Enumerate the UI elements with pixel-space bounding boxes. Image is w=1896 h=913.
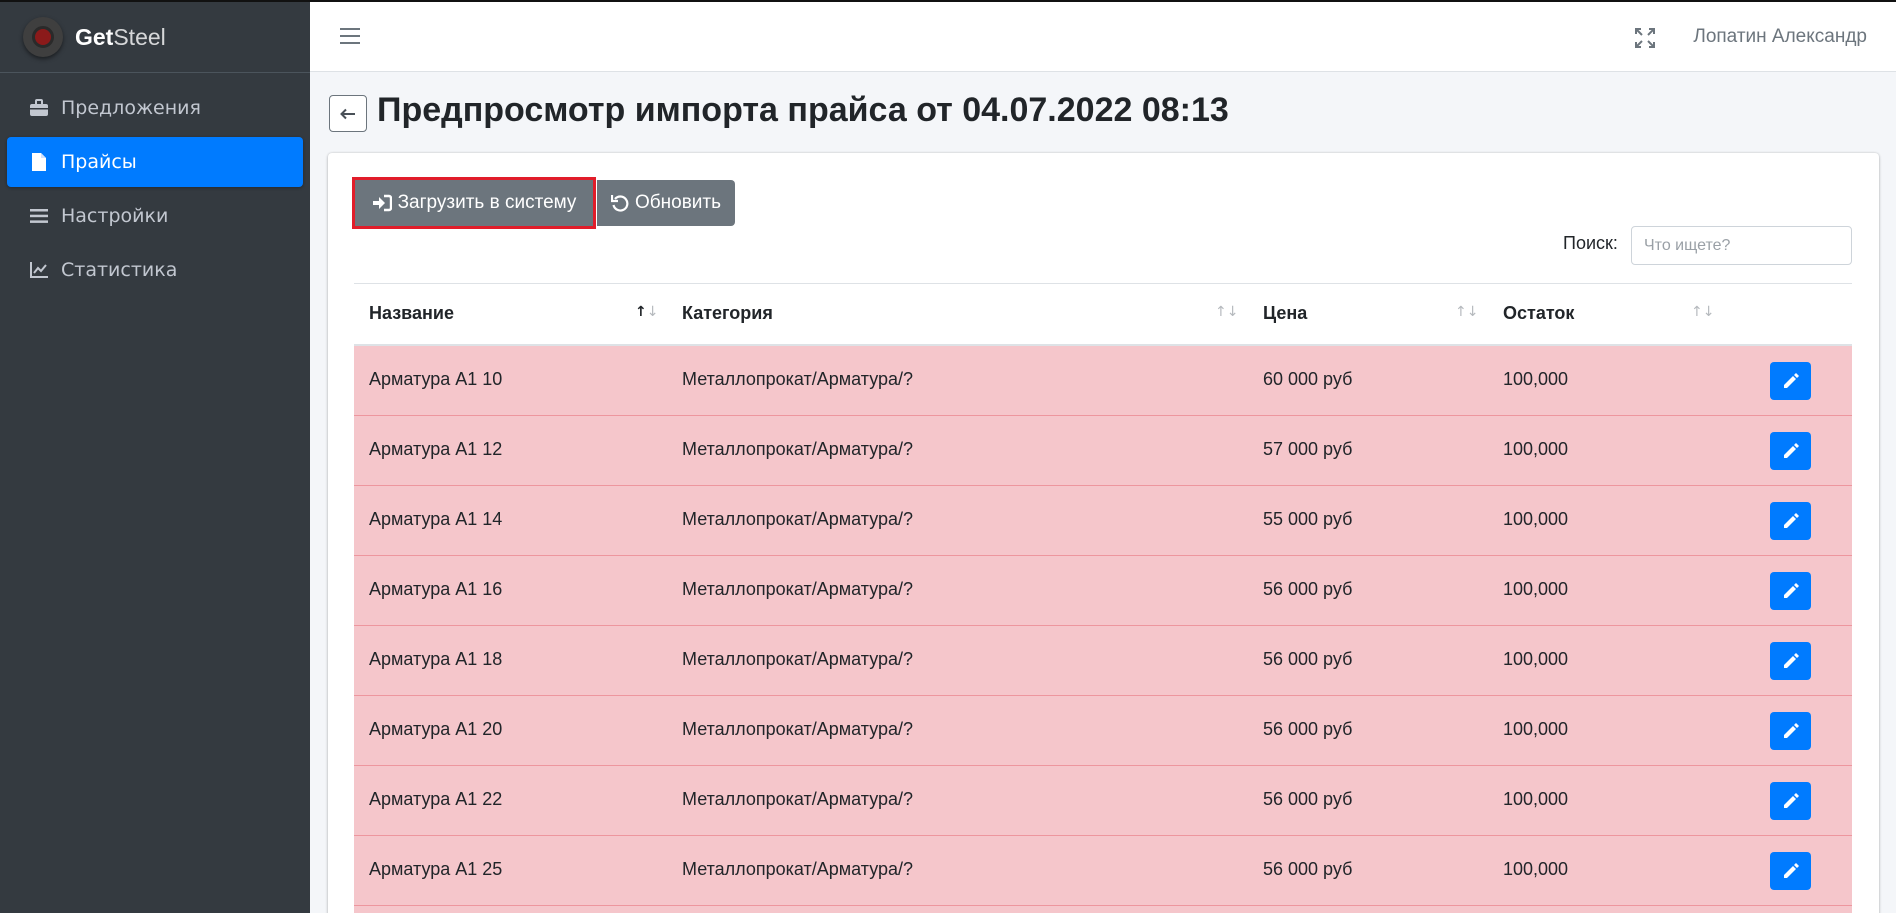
pencil-icon (1783, 863, 1799, 878)
cell-stock: 100,000 (1503, 719, 1569, 739)
table-row: Арматура А1 14 Металлопрокат/Арматура/? … (354, 486, 1852, 556)
table-row (354, 906, 1852, 913)
back-button[interactable] (329, 95, 367, 132)
refresh-label: Обновить (634, 192, 722, 213)
cell-price: 56 000 руб (1263, 789, 1353, 809)
edit-button[interactable] (1770, 362, 1811, 400)
column-header-category[interactable]: Категория (682, 303, 773, 324)
cell-stock: 100,000 (1503, 509, 1569, 529)
sidebar-item-label: Предложения (61, 97, 201, 119)
sign-in-icon (372, 194, 392, 212)
cell-category: Металлопрокат/Арматура/? (682, 439, 914, 459)
pencil-icon (1783, 723, 1799, 738)
price-preview-table: Название ↑↓ Категория ↑↓ Цена ↑↓ Остаток… (354, 283, 1852, 913)
edit-button[interactable] (1770, 502, 1811, 540)
cell-stock: 100,000 (1503, 859, 1569, 879)
edit-button[interactable] (1770, 572, 1811, 610)
cell-name: Арматура А1 20 (369, 719, 503, 739)
column-header-stock[interactable]: Остаток (1503, 303, 1574, 324)
cell-category: Металлопрокат/Арматура/? (682, 789, 914, 809)
briefcase-icon (29, 98, 49, 118)
sidebar-item-label: Прайсы (61, 151, 137, 173)
table-row: Арматура А1 25 Металлопрокат/Арматура/? … (354, 836, 1852, 906)
sidebar-item-offers[interactable]: Предложения (7, 83, 303, 133)
sort-icon[interactable]: ↑↓ (1691, 304, 1714, 320)
cell-price: 60 000 руб (1263, 369, 1353, 389)
cell-stock: 100,000 (1503, 789, 1569, 809)
pencil-icon (1783, 443, 1799, 458)
sidebar-nav: Предложения Прайсы Настройки Статистика (0, 73, 310, 309)
edit-button[interactable] (1770, 852, 1811, 890)
cell-stock: 100,000 (1503, 649, 1569, 669)
file-icon (29, 152, 49, 172)
cell-name: Арматура А1 22 (369, 789, 503, 809)
pencil-icon (1783, 653, 1799, 668)
brand-logo (23, 17, 63, 57)
cell-price: 57 000 руб (1263, 439, 1353, 459)
cell-category: Металлопрокат/Арматура/? (682, 509, 914, 529)
edit-button[interactable] (1770, 432, 1811, 470)
cell-stock: 100,000 (1503, 369, 1569, 389)
search-label: Поиск: (1563, 233, 1618, 253)
table-row: Арматура А1 16 Металлопрокат/Арматура/? … (354, 556, 1852, 626)
cell-price: 56 000 руб (1263, 649, 1353, 669)
chart-line-icon (29, 260, 49, 280)
table-row: Арматура А1 18 Металлопрокат/Арматура/? … (354, 626, 1852, 696)
sidebar: GetSteel Предложения Прайсы Настройки Ст… (0, 0, 310, 913)
sort-icon[interactable]: ↑↓ (1215, 304, 1238, 320)
pencil-icon (1783, 793, 1799, 808)
refresh-button[interactable]: Обновить (597, 180, 735, 226)
cell-category: Металлопрокат/Арматура/? (682, 579, 914, 599)
brand-name: GetSteel (75, 23, 166, 50)
column-header-price[interactable]: Цена (1263, 303, 1307, 324)
cell-name: Арматура А1 14 (369, 509, 503, 529)
cell-name: Арматура А1 10 (369, 369, 503, 389)
sidebar-item-statistics[interactable]: Статистика (7, 245, 303, 295)
cell-stock: 100,000 (1503, 579, 1569, 599)
upload-to-system-button[interactable]: Загрузить в систему (352, 177, 596, 229)
cell-category: Металлопрокат/Арматура/? (682, 719, 914, 739)
sort-icon[interactable]: ↑↓ (635, 304, 658, 320)
pencil-icon (1783, 583, 1799, 598)
upload-label: Загрузить в систему (397, 192, 577, 213)
cell-category: Металлопрокат/Арматура/? (682, 859, 914, 879)
cell-price: 56 000 руб (1263, 719, 1353, 739)
cell-price: 56 000 руб (1263, 859, 1353, 879)
sidebar-item-settings[interactable]: Настройки (7, 191, 303, 241)
table-row: Арматура А1 20 Металлопрокат/Арматура/? … (354, 696, 1852, 766)
sidebar-item-label: Настройки (61, 205, 169, 227)
cell-name: Арматура А1 18 (369, 649, 503, 669)
table-row: Арматура А1 10 Металлопрокат/Арматура/? … (354, 346, 1852, 416)
cell-name: Арматура А1 25 (369, 859, 503, 879)
fullscreen-icon[interactable] (1635, 28, 1655, 48)
table-row: Арматура А1 22 Металлопрокат/Арматура/? … (354, 766, 1852, 836)
cell-name: Арматура А1 12 (369, 439, 503, 459)
cell-category: Металлопрокат/Арматура/? (682, 369, 914, 389)
cell-category: Металлопрокат/Арматура/? (682, 649, 914, 669)
pencil-icon (1783, 373, 1799, 388)
sidebar-item-label: Статистика (61, 259, 178, 281)
edit-button[interactable] (1770, 642, 1811, 680)
cell-stock: 100,000 (1503, 439, 1569, 459)
table-header: Название ↑↓ Категория ↑↓ Цена ↑↓ Остаток… (354, 283, 1852, 346)
menu-toggle-icon[interactable] (340, 28, 360, 44)
edit-button[interactable] (1770, 712, 1811, 750)
table-row: Арматура А1 12 Металлопрокат/Арматура/? … (354, 416, 1852, 486)
pencil-icon (1783, 513, 1799, 528)
page-title: Предпросмотр импорта прайса от 04.07.202… (377, 91, 1229, 129)
sort-icon[interactable]: ↑↓ (1455, 304, 1478, 320)
arrow-left-icon (340, 108, 355, 119)
cell-name: Арматура А1 16 (369, 579, 503, 599)
user-name[interactable]: Лопатин Александр (1693, 26, 1867, 48)
search-input[interactable] (1631, 226, 1852, 265)
refresh-icon (610, 194, 629, 212)
brand[interactable]: GetSteel (0, 2, 310, 73)
column-header-name[interactable]: Название (369, 303, 454, 324)
cell-price: 55 000 руб (1263, 509, 1353, 529)
cell-price: 56 000 руб (1263, 579, 1353, 599)
sidebar-item-prices[interactable]: Прайсы (7, 137, 303, 187)
list-icon (29, 206, 49, 226)
edit-button[interactable] (1770, 782, 1811, 820)
topbar: Лопатин Александр (310, 0, 1896, 72)
